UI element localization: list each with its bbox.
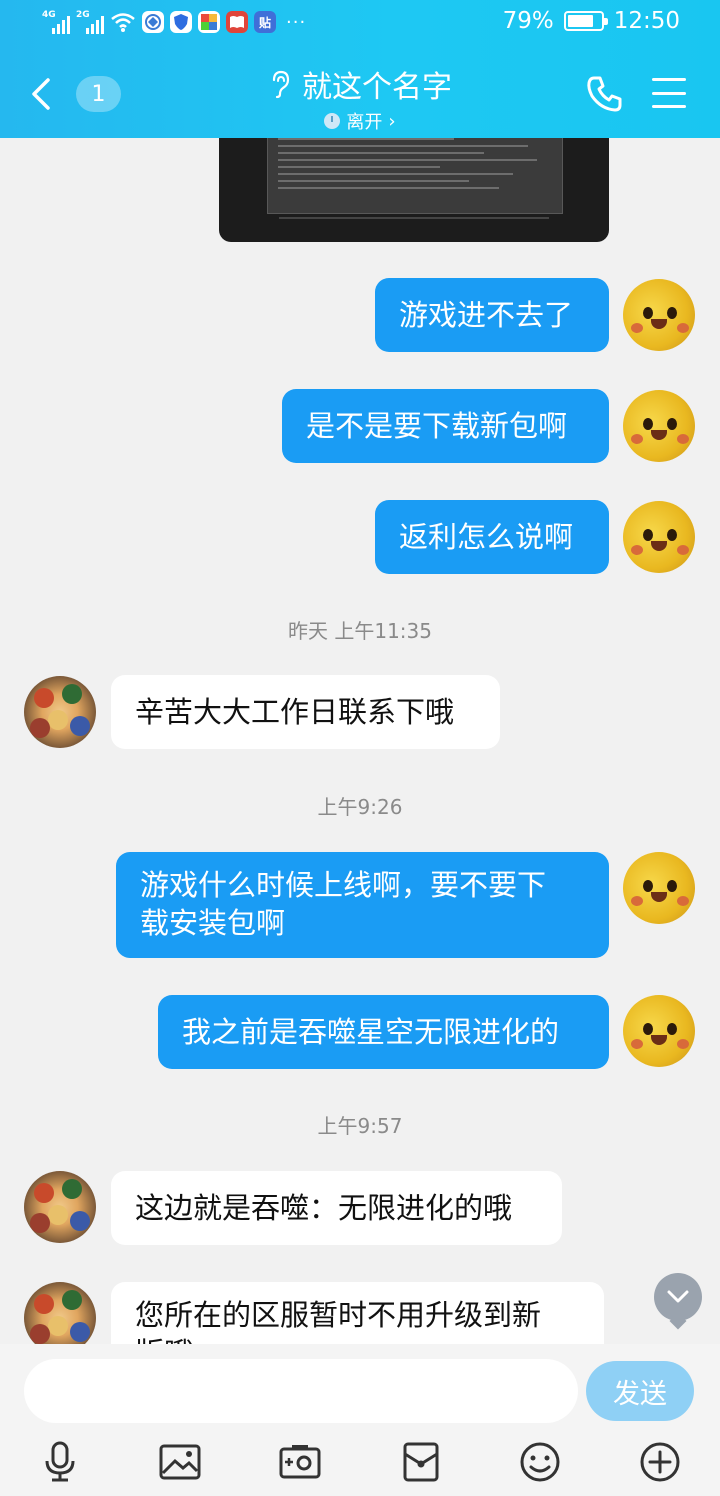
my-avatar[interactable] — [623, 390, 695, 462]
incoming-message-bubble[interactable]: 您所在的区服暂时不用升级到新 版哦 — [111, 1282, 604, 1344]
presence-label: 离开 — [346, 112, 383, 133]
message-input[interactable] — [24, 1359, 578, 1423]
message-text-line-1: 您所在的区服暂时不用升级到新 — [135, 1298, 542, 1332]
chevron-down-icon — [667, 1290, 689, 1303]
status-bar: 4G 2G 贴 ··· 79% 12:50 — [0, 0, 720, 50]
status-left: 4G 2G 贴 ··· — [42, 10, 306, 34]
signal-strength-icon: 4G — [42, 10, 70, 34]
browser-icon — [142, 11, 164, 33]
chat-title: 就这个名字 — [302, 70, 452, 105]
message-list[interactable]: 游戏进不去了 是不是要下载新包啊 返利怎么说啊 昨天 上午11:35 辛苦大大工… — [0, 138, 720, 1344]
my-avatar[interactable] — [623, 995, 695, 1067]
presence-status[interactable]: 离开 › — [324, 108, 396, 134]
my-avatar[interactable] — [623, 279, 695, 351]
message-text: 是不是要下载新包啊 — [306, 409, 568, 443]
send-button[interactable]: 发送 — [586, 1361, 694, 1421]
network-type-2-label: 2G — [76, 10, 90, 20]
menu-button[interactable] — [652, 78, 686, 108]
signal-strength-2-icon: 2G — [76, 10, 104, 34]
image-icon[interactable] — [157, 1439, 203, 1485]
timestamp: 上午9:57 — [317, 1114, 403, 1138]
message-text-line-2: 版哦 — [135, 1334, 580, 1344]
tieba-icon-label: 贴 — [258, 15, 271, 30]
input-toolbar — [0, 1439, 720, 1489]
contact-avatar[interactable] — [24, 676, 96, 748]
message-text-line-1: 游戏什么时候上线啊，要不要下 — [140, 868, 547, 902]
emoji-icon[interactable] — [517, 1439, 563, 1485]
outgoing-message-bubble[interactable]: 游戏进不去了 — [375, 278, 609, 352]
battery-percent: 79% — [502, 8, 554, 34]
incoming-message-bubble[interactable]: 辛苦大大工作日联系下哦 — [111, 675, 500, 749]
outgoing-message-bubble[interactable]: 游戏什么时候上线啊，要不要下 载安装包啊 — [116, 852, 609, 958]
scroll-to-bottom-button[interactable] — [654, 1273, 702, 1321]
red-packet-icon[interactable] — [398, 1439, 444, 1485]
tieba-app-icon: 贴 — [254, 11, 276, 33]
book-app-icon — [226, 11, 248, 33]
send-label: 发送 — [613, 1378, 667, 1410]
composer: 发送 — [0, 1344, 720, 1496]
outgoing-message-bubble[interactable]: 返利怎么说啊 — [375, 500, 609, 574]
chat-header: 4G 2G 贴 ··· 79% 12:50 1 就这个名字 离开 › — [0, 0, 720, 138]
my-avatar[interactable] — [623, 852, 695, 924]
earpiece-mode-icon — [272, 70, 290, 99]
image-message[interactable] — [219, 138, 609, 242]
battery-icon — [563, 11, 608, 31]
colorful-app-icon — [198, 11, 220, 33]
network-type-label: 4G — [42, 10, 56, 20]
message-text: 游戏进不去了 — [399, 298, 574, 332]
message-text: 这边就是吞噬：无限进化的哦 — [135, 1191, 513, 1225]
outgoing-message-bubble[interactable]: 我之前是吞噬星空无限进化的 — [158, 995, 609, 1069]
message-text-line-2: 载安装包啊 — [140, 906, 286, 940]
phone-call-button[interactable] — [585, 74, 625, 114]
timestamp: 昨天 上午11:35 — [288, 619, 432, 643]
timestamp: 上午9:26 — [317, 795, 403, 819]
my-avatar[interactable] — [623, 501, 695, 573]
clock: 12:50 — [613, 8, 680, 34]
microphone-icon[interactable] — [37, 1439, 83, 1485]
status-right: 79% 12:50 — [503, 8, 680, 34]
shield-app-icon — [170, 11, 192, 33]
screenshot-thumbnail — [267, 138, 563, 214]
contact-avatar[interactable] — [24, 1171, 96, 1243]
outgoing-message-bubble[interactable]: 是不是要下载新包啊 — [282, 389, 609, 463]
wifi-icon — [111, 13, 135, 32]
chevron-right-icon: › — [388, 110, 396, 132]
message-text: 辛苦大大工作日联系下哦 — [135, 695, 455, 729]
more-notifications-indicator: ··· — [286, 11, 307, 33]
clock-status-icon — [324, 113, 341, 129]
message-text: 我之前是吞噬星空无限进化的 — [182, 1015, 560, 1049]
plus-icon[interactable] — [637, 1439, 683, 1485]
incoming-message-bubble[interactable]: 这边就是吞噬：无限进化的哦 — [111, 1171, 562, 1245]
video-icon[interactable] — [277, 1439, 323, 1485]
message-text: 返利怎么说啊 — [399, 520, 574, 554]
contact-avatar[interactable] — [24, 1282, 96, 1344]
